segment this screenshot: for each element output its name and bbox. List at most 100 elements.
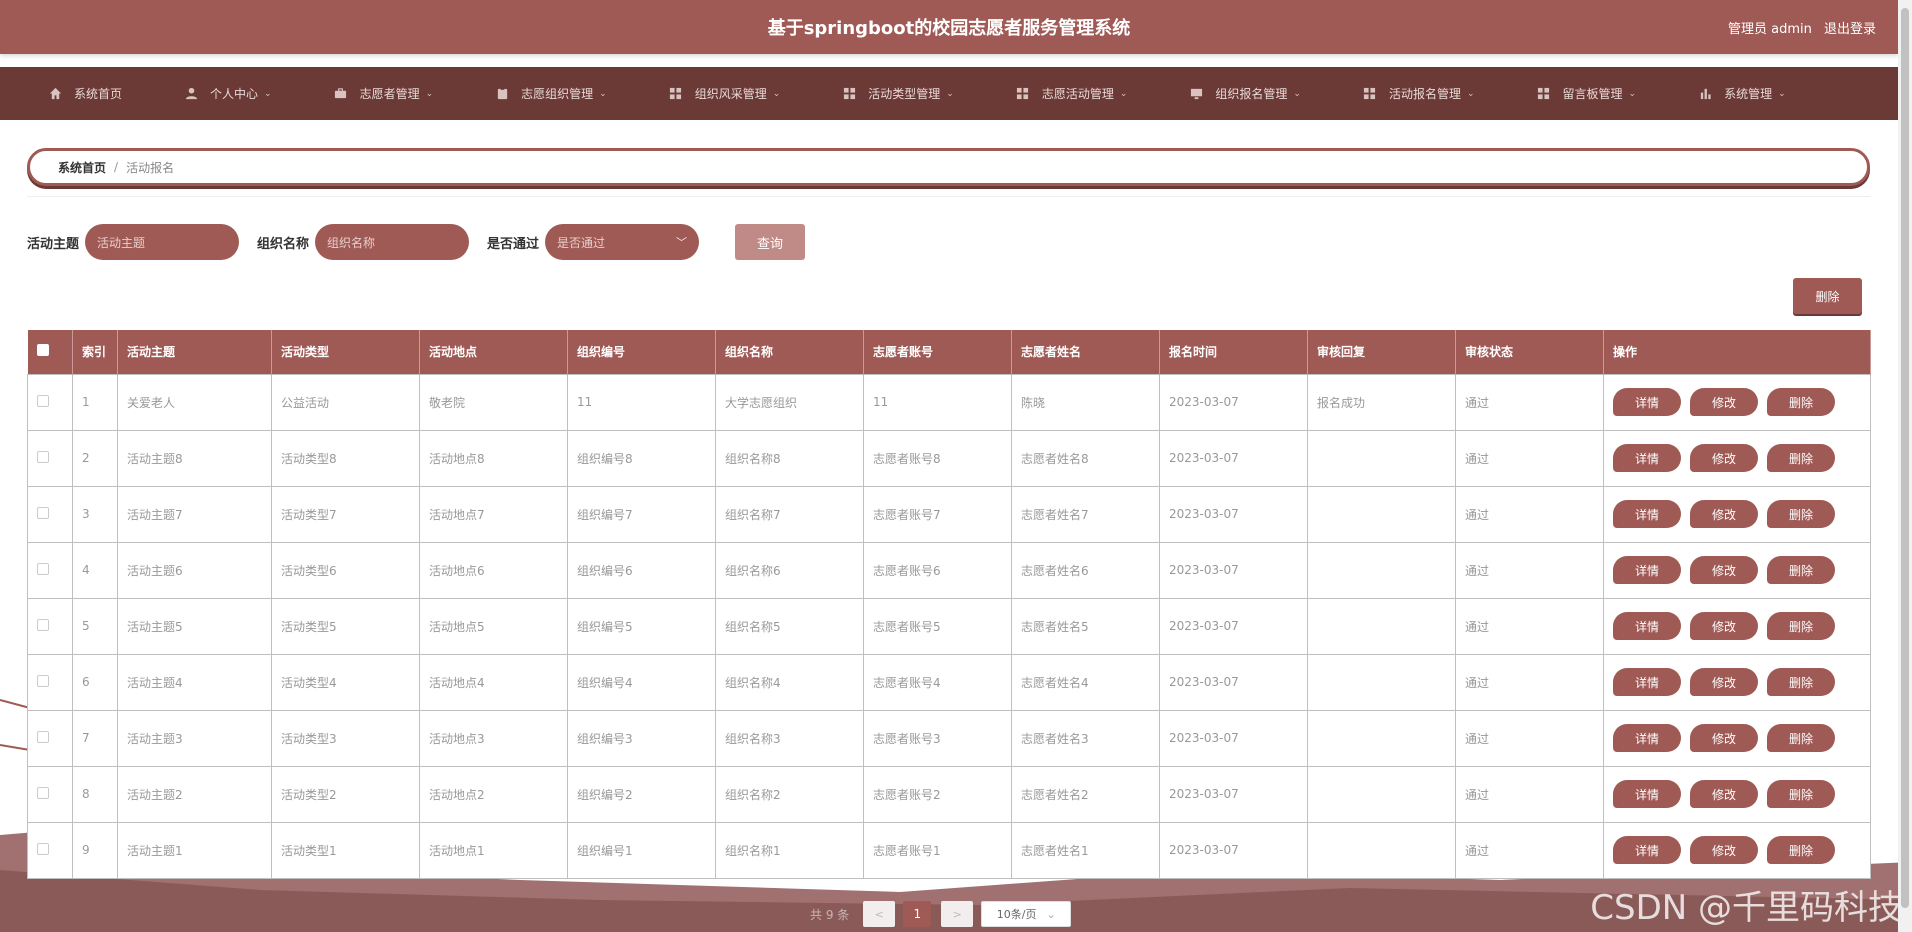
edit-button[interactable]: 修改 <box>1690 724 1758 752</box>
table-cell: 活动主题1 <box>117 821 272 879</box>
page-size-label: 10条/页 <box>996 908 1037 921</box>
table-cell: 5 <box>72 597 118 655</box>
nav-item-4[interactable]: 志愿组织管理 ⌄ <box>495 85 607 102</box>
topic-input[interactable]: 活动主题 <box>85 224 240 260</box>
table-cell: 活动地点4 <box>419 653 568 711</box>
select-all-checkbox[interactable] <box>36 344 49 357</box>
delete-button[interactable]: 删除 <box>1767 836 1835 864</box>
row-actions: 详情 修改 删除 <box>1603 485 1871 543</box>
nav-item-label: 系统管理 <box>1724 87 1773 101</box>
delete-button[interactable]: 删除 <box>1767 500 1835 528</box>
table-cell: 组织名称3 <box>715 709 864 767</box>
table-cell: 通过 <box>1455 709 1604 767</box>
column-header: 操作 <box>1603 330 1871 374</box>
nav-item-9[interactable]: 活动报名管理 ⌄ <box>1363 85 1475 102</box>
table-cell: 2 <box>72 429 118 487</box>
row-checkbox[interactable] <box>37 786 49 799</box>
table-cell: 活动类型3 <box>271 709 420 767</box>
delete-button[interactable]: 删除 <box>1767 668 1835 696</box>
nav-item-2[interactable]: 个人中心 ⌄ <box>184 85 272 102</box>
row-checkbox[interactable] <box>37 730 49 743</box>
row-checkbox[interactable] <box>37 842 49 855</box>
row-select-cell <box>27 653 73 711</box>
nav-item-10[interactable]: 留言板管理 ⌄ <box>1537 85 1636 102</box>
table-cell: 组织名称6 <box>715 541 864 599</box>
pass-select[interactable]: 是否通过 ﹀ <box>545 224 700 260</box>
edit-button[interactable]: 修改 <box>1690 388 1758 416</box>
table-cell: 活动类型8 <box>271 429 420 487</box>
table-cell: 通过 <box>1455 597 1604 655</box>
edit-button[interactable]: 修改 <box>1690 780 1758 808</box>
nav-item-label: 志愿活动管理 <box>1041 87 1114 101</box>
org-name-input[interactable]: 组织名称 <box>315 224 470 260</box>
vertical-scrollbar[interactable] <box>1898 0 1912 932</box>
registration-table: 索引 活动主题 活动类型 活动地点 组织编号 组织名称 志愿者账号 志愿者姓名 报名时间 审核回复… <box>27 330 1871 879</box>
table-cell: 2023-03-07 <box>1159 597 1308 655</box>
detail-button[interactable]: 详情 <box>1613 836 1681 864</box>
delete-button[interactable]: 删除 <box>1767 612 1835 640</box>
table-cell: 组织名称1 <box>715 821 864 879</box>
row-checkbox[interactable] <box>37 618 49 631</box>
chevron-down-icon: ⌄ <box>264 88 272 99</box>
delete-button[interactable]: 删除 <box>1767 724 1835 752</box>
edit-button[interactable]: 修改 <box>1690 500 1758 528</box>
edit-button[interactable]: 修改 <box>1690 556 1758 584</box>
delete-button[interactable]: 删除 <box>1767 780 1835 808</box>
detail-button[interactable]: 详情 <box>1613 388 1681 416</box>
row-checkbox[interactable] <box>37 562 49 575</box>
table-cell: 志愿者姓名2 <box>1011 765 1160 823</box>
row-checkbox[interactable] <box>37 394 49 407</box>
user-icon <box>184 87 198 101</box>
row-select-cell <box>27 429 73 487</box>
batch-delete-button[interactable]: 删除 <box>1793 278 1862 314</box>
delete-button[interactable]: 删除 <box>1767 444 1835 472</box>
detail-button[interactable]: 详情 <box>1613 668 1681 696</box>
table-cell: 2023-03-07 <box>1159 653 1308 711</box>
table-cell: 活动类型7 <box>271 485 420 543</box>
row-checkbox[interactable] <box>37 450 49 463</box>
row-select-cell <box>27 765 73 823</box>
nav-item-7[interactable]: 志愿活动管理 ⌄ <box>1016 85 1127 102</box>
edit-button[interactable]: 修改 <box>1690 444 1758 472</box>
next-page-button[interactable]: > <box>941 901 974 927</box>
table-cell: 活动地点7 <box>419 485 568 543</box>
row-checkbox[interactable] <box>37 506 49 519</box>
row-checkbox[interactable] <box>37 674 49 687</box>
nav-item-5[interactable]: 组织风采管理 ⌄ <box>669 85 780 102</box>
table-cell: 2023-03-07 <box>1159 541 1308 599</box>
page-size-select[interactable]: 10条/页 ⌄ <box>981 901 1072 927</box>
user-area: 管理员 admin 退出登录 <box>1720 18 1876 37</box>
detail-button[interactable]: 详情 <box>1613 500 1681 528</box>
detail-button[interactable]: 详情 <box>1613 444 1681 472</box>
edit-button[interactable]: 修改 <box>1690 668 1758 696</box>
edit-button[interactable]: 修改 <box>1690 612 1758 640</box>
nav-item-3[interactable]: 志愿者管理 ⌄ <box>334 85 433 102</box>
query-button[interactable]: 查询 <box>735 224 806 260</box>
edit-button[interactable]: 修改 <box>1690 836 1758 864</box>
page-number-1[interactable]: 1 <box>903 901 932 927</box>
row-actions: 详情 修改 删除 <box>1603 597 1871 655</box>
table-cell: 7 <box>72 709 118 767</box>
detail-button[interactable]: 详情 <box>1613 612 1681 640</box>
nav-item-8[interactable]: 组织报名管理 ⌄ <box>1189 85 1301 102</box>
scrollbar-thumb[interactable] <box>1901 8 1909 908</box>
delete-button[interactable]: 删除 <box>1767 556 1835 584</box>
detail-button[interactable]: 详情 <box>1613 780 1681 808</box>
delete-button[interactable]: 删除 <box>1767 388 1835 416</box>
table-cell: 志愿者姓名6 <box>1011 541 1160 599</box>
detail-button[interactable]: 详情 <box>1613 556 1681 584</box>
breadcrumb-home[interactable]: 系统首页 <box>58 159 106 176</box>
nav-item-11[interactable]: 系统管理 ⌄ <box>1698 85 1786 102</box>
logout-link[interactable]: 退出登录 <box>1824 22 1876 37</box>
chevron-down-icon: ⌄ <box>1778 88 1786 99</box>
prev-page-button[interactable]: < <box>863 901 896 927</box>
detail-button[interactable]: 详情 <box>1613 724 1681 752</box>
table-cell: 组织编号5 <box>567 597 716 655</box>
nav-item-6[interactable]: 活动类型管理 ⌄ <box>842 85 954 102</box>
table-cell: 通过 <box>1455 485 1604 543</box>
table-cell: 活动类型6 <box>271 541 420 599</box>
nav-item-1[interactable]: 系统首页 <box>48 85 122 102</box>
chevron-down-icon: ⌄ <box>1293 88 1301 99</box>
table-cell <box>1307 709 1456 767</box>
total-count: 共 9 条 <box>810 907 850 922</box>
